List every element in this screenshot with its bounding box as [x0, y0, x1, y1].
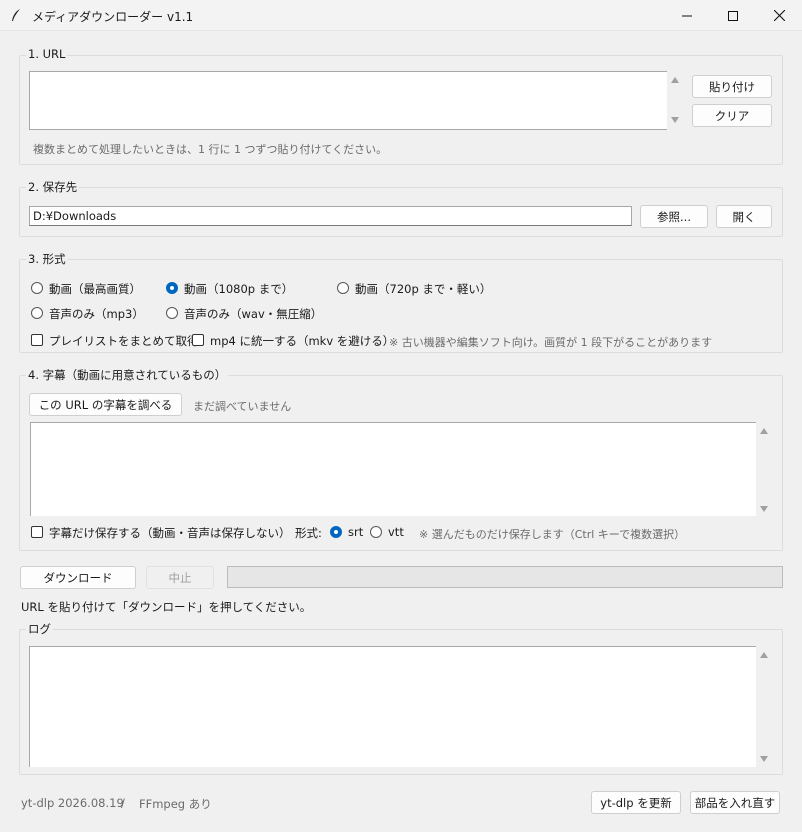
clear-button[interactable]: クリア [692, 104, 772, 127]
format-option-label: 動画（1080p まで） [184, 282, 294, 296]
log-scrollbar[interactable] [756, 646, 773, 767]
save-section-label: 2. 保存先 [26, 179, 80, 195]
subs-only-label: 字幕だけ保存する（動画・音声は保存しない） [49, 526, 291, 540]
subtitle-section-label: 4. 字幕（動画に用意されているもの） [26, 367, 229, 383]
check-subtitles-button[interactable]: この URL の字幕を調べる [29, 393, 182, 416]
close-button[interactable] [756, 0, 802, 31]
format-option-label: 音声のみ（mp3） [49, 307, 144, 321]
save-path-input[interactable]: D:¥Downloads [29, 206, 632, 226]
feather-icon [10, 8, 22, 22]
minimize-button[interactable] [664, 0, 710, 31]
subs-only-checkbox[interactable] [31, 526, 43, 538]
format-option-label: 動画（720p まで・軽い） [355, 282, 492, 296]
maximize-icon [728, 10, 738, 21]
subtitle-status: まだ調べていません [193, 400, 292, 413]
minimize-icon [682, 15, 692, 16]
reinstall-components-button[interactable]: 部品を入れ直す [690, 791, 780, 814]
subtitle-format-option: vtt [388, 525, 404, 539]
format-radio-720p[interactable] [337, 282, 349, 294]
subtitle-note: ※ 選んだものだけ保存します（Ctrl キーで複数選択） [419, 528, 686, 541]
scroll-up-icon[interactable] [671, 77, 679, 83]
format-radio-1080p[interactable] [166, 282, 178, 294]
subtitle-format-radio-vtt[interactable] [370, 526, 382, 538]
url-scrollbar[interactable] [667, 71, 684, 130]
url-hint: 複数まとめて処理したいときは、1 行に 1 つずつ貼り付けてください。 [33, 143, 388, 156]
url-textarea[interactable] [29, 71, 667, 130]
close-icon [773, 10, 785, 21]
format-option-label: 音声のみ（wav・無圧縮） [184, 307, 323, 321]
window-title: メディアダウンローダー v1.1 [32, 10, 194, 24]
title-bar: メディアダウンローダー v1.1 [0, 0, 802, 31]
update-ytdlp-button[interactable]: yt-dlp を更新 [591, 791, 681, 814]
log-textarea[interactable] [29, 646, 756, 767]
mp4-note: ※ 古い機器や編集ソフト向け。画質が 1 段下がることがあります [389, 336, 713, 349]
scroll-up-icon[interactable] [760, 428, 768, 434]
subtitle-list[interactable] [30, 422, 756, 516]
stop-button[interactable]: 中止 [146, 566, 214, 589]
maximize-button[interactable] [710, 0, 756, 31]
ytdlp-version: yt-dlp 2026.08.19 [21, 796, 124, 810]
footer-separator: / [121, 796, 125, 810]
ffmpeg-status: FFmpeg あり [139, 797, 212, 811]
status-message: URL を貼り付けて「ダウンロード」を押してください。 [21, 600, 312, 614]
subtitle-format-label: 形式: [295, 526, 322, 540]
subtitle-format-option: srt [348, 525, 364, 539]
scroll-up-icon[interactable] [760, 652, 768, 658]
format-section-label: 3. 形式 [26, 251, 68, 267]
playlist-checkbox[interactable] [31, 334, 43, 346]
download-button[interactable]: ダウンロード [20, 566, 136, 589]
format-radio-mp3[interactable] [31, 307, 43, 319]
browse-button[interactable]: 参照... [640, 205, 708, 228]
subtitle-scrollbar[interactable] [756, 422, 773, 516]
mp4-checkbox[interactable] [192, 334, 204, 346]
playlist-label: プレイリストをまとめて取得 [49, 334, 199, 348]
subtitle-format-radio-srt[interactable] [330, 526, 342, 538]
url-section-label: 1. URL [26, 47, 68, 61]
log-section-label: ログ [26, 621, 53, 637]
scroll-down-icon[interactable] [760, 756, 768, 762]
mp4-label: mp4 に統一する（mkv を避ける） [210, 334, 395, 348]
download-progress-bar [227, 566, 783, 588]
format-radio-wav[interactable] [166, 307, 178, 319]
scroll-down-icon[interactable] [760, 506, 768, 512]
format-option-label: 動画（最高画質） [49, 282, 141, 296]
format-radio-best[interactable] [31, 282, 43, 294]
scroll-down-icon[interactable] [671, 117, 679, 123]
paste-button[interactable]: 貼り付け [692, 75, 772, 98]
open-folder-button[interactable]: 開く [716, 205, 772, 228]
